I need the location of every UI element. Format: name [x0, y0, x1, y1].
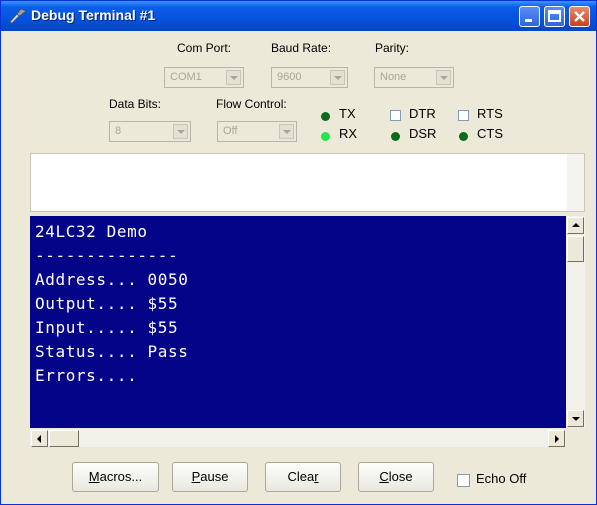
terminal-line: Address... 0050	[35, 270, 189, 289]
baud-rate-value: 9600	[277, 71, 302, 83]
terminal-line: Errors....	[35, 366, 138, 385]
dsr-label: DSR	[409, 126, 437, 141]
scroll-left-button[interactable]	[31, 430, 48, 447]
chevron-down-icon	[436, 70, 451, 85]
debug-terminal-window: Debug Terminal #1 Com Port: COM1 Baud Ra…	[0, 0, 597, 505]
terminal-line: 24LC32 Demo	[35, 222, 148, 241]
rts-checkbox[interactable]	[458, 110, 469, 121]
window-title: Debug Terminal #1	[31, 7, 156, 23]
baud-rate-label: Baud Rate:	[271, 41, 332, 55]
cts-led-icon	[459, 132, 468, 141]
rts-label: RTS	[477, 106, 503, 121]
cts-label: CTS	[477, 126, 503, 141]
clear-label-pre: Clea	[287, 469, 315, 484]
scroll-down-button[interactable]	[567, 410, 584, 427]
input-scrollbar[interactable]	[567, 154, 584, 211]
close-button[interactable]: Close	[358, 462, 434, 492]
com-port-label: Com Port:	[177, 41, 232, 55]
flow-control-value: Off	[223, 125, 238, 137]
dsr-led-icon	[391, 132, 400, 141]
rx-label: RX	[339, 126, 358, 141]
macros-label-key: M	[88, 469, 100, 484]
terminal-horizontal-scrollbar[interactable]	[30, 429, 566, 447]
terminal-line: Input..... $55	[35, 318, 179, 337]
data-bits-value: 8	[115, 125, 122, 137]
macros-label-post: acros...	[99, 469, 143, 484]
parity-label: Parity:	[375, 41, 410, 55]
chevron-down-icon	[330, 70, 345, 85]
rx-led-icon	[321, 132, 330, 141]
scroll-up-button[interactable]	[567, 217, 584, 234]
chevron-down-icon	[226, 70, 241, 85]
transmit-input[interactable]	[30, 153, 585, 212]
terminal-line: Output.... $55	[35, 294, 179, 313]
echo-off-label: Echo Off	[476, 471, 527, 486]
debug-terminal-icon	[9, 8, 27, 24]
close-window-button[interactable]	[569, 6, 590, 27]
chevron-down-icon	[279, 124, 294, 139]
macros-button[interactable]: Macros...	[72, 462, 159, 492]
chevron-down-icon	[173, 124, 188, 139]
flow-control-select[interactable]: Off	[217, 121, 297, 142]
pause-label-post: ause	[200, 469, 229, 484]
dtr-label: DTR	[409, 106, 436, 121]
com-port-select[interactable]: COM1	[164, 67, 244, 88]
close-label-key: C	[379, 469, 389, 484]
data-bits-label: Data Bits:	[109, 97, 162, 111]
scroll-thumb[interactable]	[567, 236, 584, 262]
com-port-value: COM1	[170, 71, 202, 83]
pause-button[interactable]: Pause	[172, 462, 248, 492]
terminal-vertical-scrollbar[interactable]	[566, 216, 585, 428]
tx-led-icon	[321, 112, 330, 121]
baud-rate-select[interactable]: 9600	[271, 67, 348, 88]
clear-button[interactable]: Clear	[265, 462, 341, 492]
close-icon	[574, 11, 585, 22]
dtr-checkbox[interactable]	[390, 110, 401, 121]
maximize-icon	[548, 10, 561, 22]
parity-value: None	[380, 71, 407, 83]
tx-label: TX	[339, 106, 356, 121]
minimize-button[interactable]	[519, 6, 540, 27]
terminal-line: Status.... Pass	[35, 342, 189, 361]
receive-terminal[interactable]: 24LC32 Demo -------------- Address... 00…	[30, 216, 566, 428]
minimize-icon	[525, 19, 532, 22]
maximize-button[interactable]	[544, 6, 565, 27]
echo-off-checkbox[interactable]	[457, 474, 470, 487]
scroll-right-button[interactable]	[548, 430, 565, 447]
clear-label-key: r	[314, 469, 319, 484]
title-bar[interactable]: Debug Terminal #1	[1, 1, 596, 31]
parity-select[interactable]: None	[374, 67, 454, 88]
pause-label-key: P	[191, 469, 201, 484]
horizontal-scroll-thumb[interactable]	[49, 430, 79, 447]
flow-control-label: Flow Control:	[216, 97, 287, 111]
scrollbar-corner	[566, 429, 585, 447]
close-label-post: lose	[388, 469, 413, 484]
data-bits-select[interactable]: 8	[109, 121, 191, 142]
terminal-line: --------------	[35, 246, 179, 265]
